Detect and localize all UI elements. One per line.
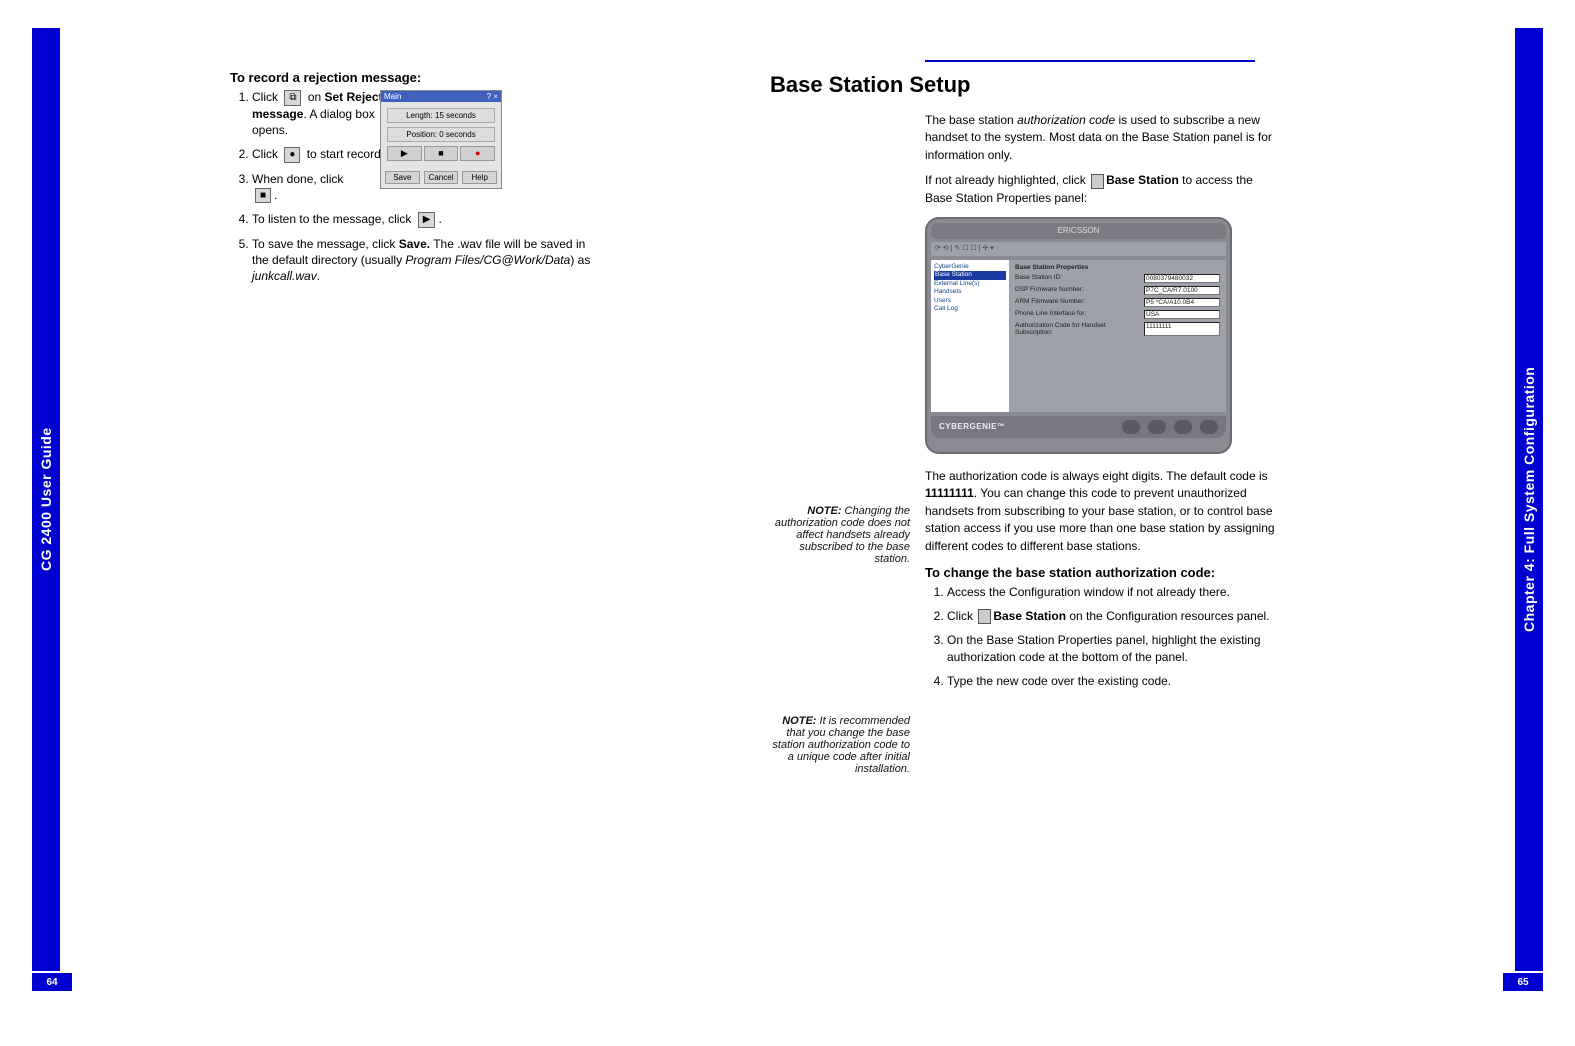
dialog-title-text: Main [384,92,401,101]
tree-base-station[interactable]: Base Station [934,271,1006,279]
dialog-close-icons: ? × [487,92,498,101]
dsp-firmware-field: P7C_CA/R7.0100 [1144,286,1220,295]
page-number-left: 64 [32,973,72,991]
margin-note-1: NOTE: Changing the authorization code do… [765,505,910,565]
title-rule [925,60,1255,62]
base-station-icon [1091,174,1104,189]
margin-note-2: NOTE: It is recommended that you change … [765,715,910,775]
phone-line-interface-field: USA [1144,310,1220,319]
page-number-right: 65 [1503,973,1543,991]
rejection-heading: To record a rejection message: [230,70,600,85]
prop-row-interface: Phone Line Interface for: USA [1015,310,1220,319]
prop-row-arm: ARM Firmware Number: P5 *CA/A10.0B4 [1015,298,1220,307]
recording-dialog: Main ? × Length: 15 seconds Position: 0 … [380,90,502,189]
intro-paragraph-2: If not already highlighted, click Base S… [925,172,1280,207]
authorization-code-field[interactable]: 11111111 [1144,322,1220,336]
footer-btn-2[interactable] [1148,420,1166,434]
prop-row-id: Base Station ID: 0080379480032 [1015,274,1220,283]
dialog-length-field: Length: 15 seconds [387,108,495,123]
dialog-save-button[interactable]: Save [385,171,420,184]
step-5: To save the message, click Save. The .wa… [252,236,600,285]
tree-external-lines[interactable]: External Line(s) [934,280,1006,288]
right-chapter-tab: Chapter 4: Full System Configuration [1515,28,1543,971]
change-step-1: Access the Configuration window if not a… [947,584,1280,600]
tree-users[interactable]: Users [934,297,1006,305]
app-toolbar: ⟳ ⟲ | ✎ ☐ ☐ | ✢ ▾ [931,242,1226,256]
base-station-icon [978,609,991,624]
play-icon: ▶ [418,212,436,228]
intro-paragraph-1: The base station authorization code is u… [925,112,1280,164]
prop-row-auth: Authorization Code for Handset Subscript… [1015,322,1220,336]
dialog-cancel-button[interactable]: Cancel [424,171,459,184]
props-title: Base Station Properties [1015,264,1220,271]
footer-btn-3[interactable] [1174,420,1192,434]
dialog-position-field: Position: 0 seconds [387,127,495,142]
change-step-3: On the Base Station Properties panel, hi… [947,632,1280,664]
base-station-id-field: 0080379480032 [1144,274,1220,283]
left-chapter-tab: CG 2400 User Guide [32,28,60,971]
dialog-stop-button[interactable]: ■ [424,146,459,161]
record-icon: ● [284,147,300,163]
cybergenie-logo: CYBERGENIE™ [939,422,1005,431]
change-auth-heading: To change the base station authorization… [925,565,1280,580]
change-step-2: Click Base Station on the Configuration … [947,608,1280,624]
arm-firmware-field: P5 *CA/A10.0B4 [1144,298,1220,307]
dialog-help-button[interactable]: Help [462,171,497,184]
app-header: ERICSSON [931,223,1226,239]
change-step-4: Type the new code over the existing code… [947,673,1280,689]
tree-cybergenie[interactable]: CyberGenie [934,263,1006,271]
footer-btn-1[interactable] [1122,420,1140,434]
base-station-title: Base Station Setup [770,72,1280,98]
tree-call-log[interactable]: Call Log [934,305,1006,313]
tree-handsets[interactable]: Handsets [934,288,1006,296]
base-station-properties-screenshot: ERICSSON ⟳ ⟲ | ✎ ☐ ☐ | ✢ ▾ CyberGenie Ba… [925,217,1232,454]
auth-code-paragraph: The authorization code is always eight d… [925,468,1280,555]
prop-row-dsp: DSP Firmware Number: P7C_CA/R7.0100 [1015,286,1220,295]
dialog-play-button[interactable]: ▶ [387,146,422,161]
footer-btn-4[interactable] [1200,420,1218,434]
record-menu-icon: ⧉ [284,90,301,106]
config-tree[interactable]: CyberGenie Base Station External Line(s)… [931,260,1009,412]
step-4: To listen to the message, click ▶. [252,211,600,228]
stop-icon: ■ [255,188,271,204]
dialog-record-button[interactable]: ● [460,146,495,161]
